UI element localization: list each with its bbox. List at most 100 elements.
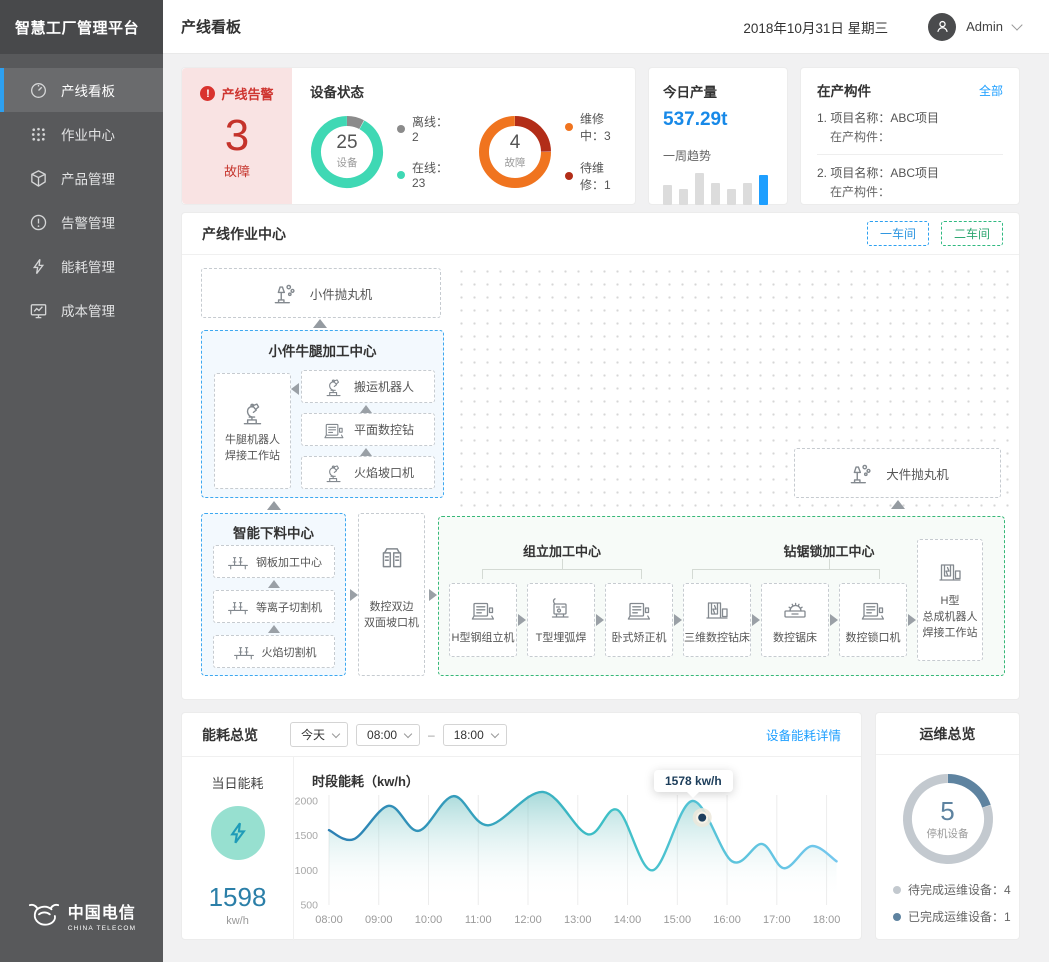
donut-value: 5 bbox=[940, 797, 954, 826]
all-link[interactable]: 全部 bbox=[979, 82, 1003, 99]
sidebar-menu: 产线看板 作业中心 产品管理 告警管理 能耗管理 成本管理 bbox=[0, 68, 163, 332]
legend-text: 在线：23 bbox=[412, 159, 452, 190]
assembly-center-title: 组立加工中心 bbox=[482, 541, 642, 560]
leg-center-zone: 小件牛腿加工中心 牛腿机器人 焊接工作站 搬运机器人 平面数控钻 火焰坡口机 bbox=[201, 330, 444, 498]
flow-arrow-right bbox=[429, 589, 437, 601]
range-select[interactable]: 今天 bbox=[290, 722, 348, 747]
legend-pending-maintenance: 待完成运维设备：4 bbox=[893, 881, 1019, 898]
cnc-saw-box: 数控锯床 bbox=[761, 583, 829, 657]
plate-center-box: 钢板加工中心 bbox=[213, 545, 335, 578]
logo-text-cn: 中国电信 bbox=[68, 899, 137, 923]
device-status-title: 设备状态 bbox=[310, 81, 625, 101]
today-energy-unit: kw/h bbox=[226, 915, 249, 927]
today-energy-label: 当日能耗 bbox=[211, 773, 263, 792]
legend-dot bbox=[893, 886, 901, 894]
line-alert-panel[interactable]: ! 产线告警 3 故障 bbox=[182, 68, 292, 204]
robot-arm-icon bbox=[322, 461, 346, 485]
sidebar-item-work-center[interactable]: 作业中心 bbox=[0, 112, 163, 156]
cnc-coping-machine-box: 数控锁口机 bbox=[839, 583, 907, 657]
machine-label: H型 总成机器人 焊接工作站 bbox=[923, 594, 978, 642]
zone-title: 小件牛腿加工中心 bbox=[202, 340, 443, 360]
top-bar: 产线看板 2018年10月31日 星期三 Admin bbox=[163, 0, 1049, 54]
workshop-title: 产线作业中心 bbox=[202, 224, 286, 244]
sidebar-item-label: 产线看板 bbox=[61, 80, 115, 100]
machine-label: 钢板加工中心 bbox=[256, 554, 322, 570]
bracket-stub bbox=[829, 559, 830, 569]
smart-factory-dashboard: 智慧工厂管理平台 产线看板 作业中心 产品管理 告警管理 能耗管理 bbox=[0, 0, 1049, 962]
bracket-stub bbox=[562, 559, 563, 569]
t-arc-welder-box: T型埋弧焊 bbox=[527, 583, 595, 657]
machine-label: 火焰切割机 bbox=[262, 644, 317, 660]
legend-offline: 离线：2 bbox=[397, 113, 452, 144]
in-production-card: 在产构件 全部 1. 项目名称：ABC项目 在产构件： 2. 项目名称：ABC项… bbox=[800, 67, 1020, 205]
week-trend-chart bbox=[663, 169, 773, 205]
chevron-down-icon[interactable] bbox=[1011, 19, 1022, 30]
cutting-table-icon bbox=[232, 640, 256, 664]
machine-label: 搬运机器人 bbox=[354, 378, 414, 395]
legend-dot bbox=[397, 125, 405, 133]
flow-arrow-up bbox=[891, 500, 905, 509]
avatar[interactable] bbox=[928, 13, 956, 41]
machine-label: 平面数控钻 bbox=[354, 421, 414, 438]
flow-arrow-right bbox=[350, 589, 358, 601]
horizontal-straightener-box: 卧式矫正机 bbox=[605, 583, 673, 657]
logo-text-en: CHINA TELECOM bbox=[68, 925, 137, 932]
legend-dot bbox=[397, 171, 405, 179]
product-icon bbox=[29, 169, 48, 188]
sidebar-item-energy-mgmt[interactable]: 能耗管理 bbox=[0, 244, 163, 288]
today-energy-value: 1598 bbox=[209, 882, 267, 913]
project-components: 在产构件： bbox=[817, 183, 1003, 202]
donut-label: 故障 bbox=[505, 155, 526, 170]
h-assembly-robot-station-box: H型 总成机器人 焊接工作站 bbox=[917, 539, 983, 661]
legend-text: 待维修：1 bbox=[580, 159, 625, 193]
energy-detail-link[interactable]: 设备能耗详情 bbox=[766, 725, 841, 744]
alert-count: 3 bbox=[225, 113, 249, 159]
current-date: 2018年10月31日 星期三 bbox=[743, 17, 888, 37]
sidebar-item-product-mgmt[interactable]: 产品管理 bbox=[0, 156, 163, 200]
double-bevel-machine-box: 数控双边 双面坡口机 bbox=[358, 513, 425, 676]
bracket bbox=[692, 569, 880, 579]
gantry-drill-icon bbox=[703, 596, 731, 624]
start-time-select[interactable]: 08:00 bbox=[356, 724, 420, 746]
straightener-machine-icon bbox=[625, 596, 653, 624]
bevel-machine-icon bbox=[376, 542, 408, 574]
workshop-1-button[interactable]: 一车间 bbox=[867, 221, 929, 246]
status-card: ! 产线告警 3 故障 设备状态 25 设备 离线：2 bbox=[181, 67, 636, 205]
machine-label: 数控双边 双面坡口机 bbox=[364, 600, 419, 632]
sidebar-item-alarm-mgmt[interactable]: 告警管理 bbox=[0, 200, 163, 244]
end-time-select[interactable]: 18:00 bbox=[443, 724, 507, 746]
robot-arm-icon bbox=[322, 375, 346, 399]
svg-text:500: 500 bbox=[300, 900, 318, 912]
cutting-table-icon bbox=[226, 595, 250, 619]
legend-text: 维修中：3 bbox=[580, 110, 625, 144]
user-menu[interactable]: Admin bbox=[966, 19, 1003, 34]
sidebar-item-cost-mgmt[interactable]: 成本管理 bbox=[0, 288, 163, 332]
flow-arrow-up bbox=[360, 405, 372, 413]
svg-text:2000: 2000 bbox=[295, 796, 319, 808]
donut-value: 4 bbox=[510, 133, 521, 154]
project-item: 2. 项目名称：ABC项目 在产构件： bbox=[817, 164, 1003, 201]
ops-card: 运维总览 5 停机设备 待完成运维设备：4 已完成运维设备：1 bbox=[875, 712, 1020, 940]
legend-online: 在线：23 bbox=[397, 159, 452, 190]
page-title: 产线看板 bbox=[181, 16, 241, 37]
energy-icon bbox=[29, 257, 48, 276]
chevron-down-icon bbox=[491, 729, 499, 737]
flow-arrow-left bbox=[291, 383, 299, 395]
workshop-card: 产线作业中心 一车间 二车间 小件抛丸机 小件牛腿加工中心 牛腿机器人 焊接工作… bbox=[181, 212, 1020, 700]
sidebar-item-production-board[interactable]: 产线看板 bbox=[0, 68, 163, 112]
plasma-cutter-box: 等离子切割机 bbox=[213, 590, 335, 623]
alert-icon: ! bbox=[200, 86, 215, 101]
device-online-group: 25 设备 离线：2 在线：23 bbox=[310, 110, 452, 193]
machine-label: 数控锯床 bbox=[773, 629, 817, 645]
flow-arrow-right bbox=[596, 614, 604, 626]
ops-donut: 5 停机设备 bbox=[902, 773, 994, 865]
machine-label: 卧式矫正机 bbox=[612, 629, 667, 645]
project-components: 在产构件： bbox=[817, 128, 1003, 147]
sidebar-item-label: 告警管理 bbox=[61, 212, 115, 232]
workshop-2-button[interactable]: 二车间 bbox=[941, 221, 1003, 246]
telecom-mark-icon bbox=[27, 901, 61, 931]
drill-center-title: 钻锯锁加工中心 bbox=[739, 541, 919, 560]
machine-label: H型钢组立机 bbox=[452, 629, 515, 645]
today-energy-panel: 当日能耗 1598 kw/h bbox=[182, 757, 294, 941]
work-center-icon bbox=[29, 125, 48, 144]
